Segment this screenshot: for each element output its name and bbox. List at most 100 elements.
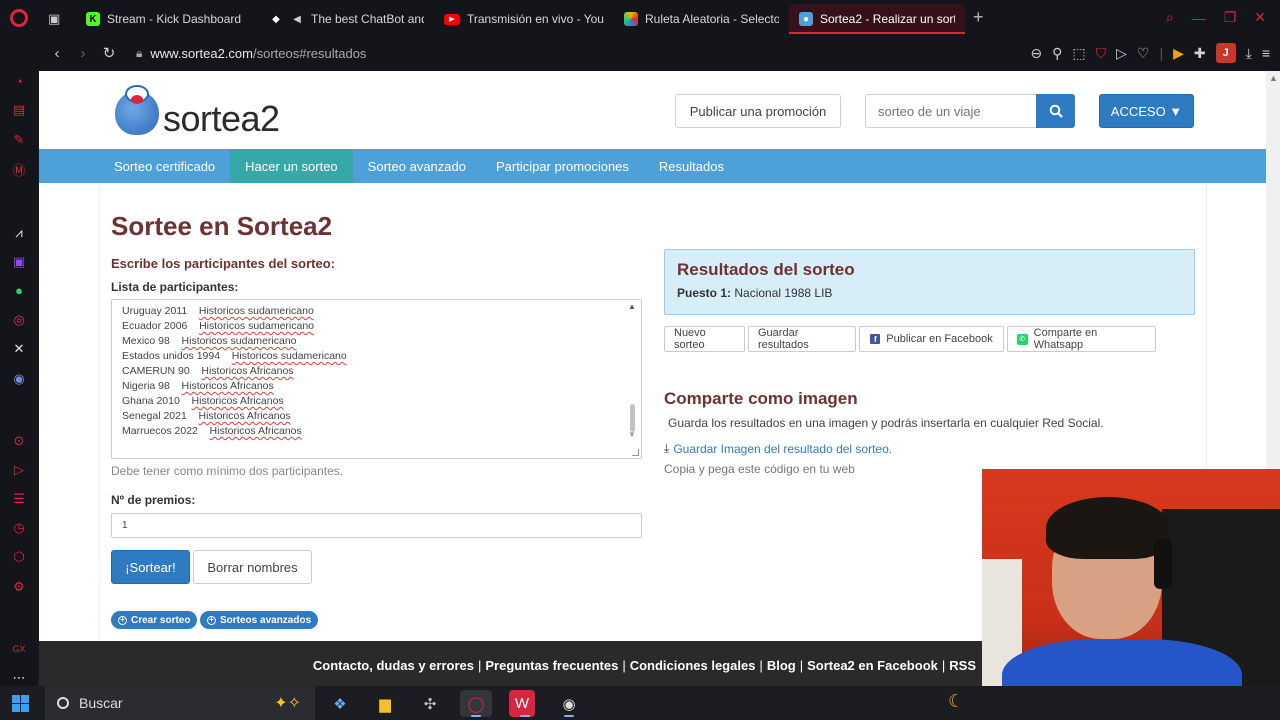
advanced-draws-button[interactable]: + Sorteos avanzados xyxy=(200,611,319,629)
back-icon[interactable]: ‹ xyxy=(44,45,70,62)
wps-office-icon[interactable]: W xyxy=(509,690,535,717)
footer-link[interactable]: Blog xyxy=(767,658,796,673)
textarea-scrollbar[interactable]: ▲ ▼ xyxy=(627,302,639,456)
results-title: Resultados del sorteo xyxy=(677,260,855,279)
sortea2-logo[interactable]: sortea2 xyxy=(111,83,280,137)
windows-start-icon[interactable] xyxy=(12,695,29,712)
footer-link[interactable]: Preguntas frecuentes xyxy=(485,658,618,673)
taskbar-search[interactable]: Buscar ✦✧ xyxy=(45,686,315,720)
minimize-icon[interactable]: — xyxy=(1192,10,1206,26)
profile-avatar[interactable]: J xyxy=(1215,43,1236,63)
instagram-icon[interactable]: ◎ xyxy=(10,312,28,328)
menu-icon[interactable]: ≡ xyxy=(1262,45,1270,61)
copilot-icon[interactable]: ❖ xyxy=(324,690,356,717)
audio-playing-icon: ◀ xyxy=(293,13,301,25)
reload-icon[interactable]: ↻ xyxy=(96,44,122,62)
snapshot-icon[interactable]: ⬚ xyxy=(1072,45,1085,62)
create-draw-button[interactable]: + Crear sorteo xyxy=(111,611,198,629)
opera-gx-taskbar-icon[interactable]: ◯ xyxy=(460,690,492,717)
participant-name: Mexico 98 xyxy=(122,335,170,347)
lock-icon: 🔒︎ xyxy=(136,45,143,60)
crypto-wallet-icon[interactable]: ▤ xyxy=(10,102,28,118)
participant-name: Ghana 2010 xyxy=(122,395,180,407)
messenger-icon[interactable]: Ⓜ xyxy=(10,161,28,179)
facebook-publish-button[interactable]: f Publicar en Facebook xyxy=(859,326,1004,352)
resize-handle[interactable] xyxy=(632,449,639,456)
shield-icon[interactable]: ⛉ xyxy=(1096,45,1107,62)
footer-link[interactable]: Condiciones legales xyxy=(630,658,756,673)
whatsapp-share-button[interactable]: ✆ Comparte en Whatsapp xyxy=(1007,326,1156,352)
search-button[interactable] xyxy=(1036,94,1075,128)
publish-promo-button[interactable]: Publicar una promoción xyxy=(675,94,841,128)
opera-logo-icon[interactable] xyxy=(0,0,38,35)
footer-link[interactable]: RSS xyxy=(949,658,976,673)
participant-tag: Historicos Africanos xyxy=(191,395,284,407)
weather-moon-icon[interactable]: ☾ xyxy=(948,691,964,712)
telegram-icon[interactable]: ⩘ xyxy=(10,224,28,240)
save-image-link[interactable]: ⤓ Guardar Imagen del resultado del sorte… xyxy=(664,441,892,456)
save-results-button[interactable]: Guardar resultados xyxy=(748,326,856,352)
tab-chatbot[interactable]: ◆ ◀ The best ChatBot and xyxy=(259,4,434,34)
acceso-button[interactable]: ACCESO ▼ xyxy=(1099,94,1194,128)
workspaces-icon[interactable]: ▣ xyxy=(38,4,76,34)
extensions-icon[interactable]: ✚ xyxy=(1194,45,1206,62)
facebook-icon: f xyxy=(870,334,881,344)
new-tab-icon[interactable]: + xyxy=(965,7,992,28)
bird-logo-icon xyxy=(111,83,161,135)
footer-link[interactable]: Sortea2 en Facebook xyxy=(807,658,938,673)
history-icon[interactable]: ◷ xyxy=(10,520,28,536)
tab-sortea2[interactable]: ● Sortea2 - Realizar un sorte xyxy=(789,4,965,34)
aria-icon[interactable]: ◔ xyxy=(10,73,28,89)
address-bar-actions: ⊖ ⚲ ⬚ ⛉ ▷ ♡ | ▶ ✚ J ⤓ ≡ xyxy=(1030,43,1270,63)
download-icon[interactable]: ⤓ xyxy=(1246,45,1252,62)
twitch-icon[interactable]: ▣ xyxy=(10,254,28,270)
discord-icon[interactable]: ◉ xyxy=(10,370,28,386)
new-draw-button[interactable]: Nuevo sorteo xyxy=(664,326,745,352)
extension-play-icon[interactable]: ▶ xyxy=(1173,45,1184,62)
participant-line: Mexico 98 Historicos sudamericano xyxy=(122,334,347,349)
tabs-icon[interactable]: ☰ xyxy=(10,491,28,507)
clear-names-button[interactable]: Borrar nombres xyxy=(193,550,312,584)
participants-textarea[interactable]: Uruguay 2011 Historicos sudamericano Ecua… xyxy=(111,299,642,459)
site-header: sortea2 Publicar una promoción ACCESO ▼ xyxy=(39,71,1266,149)
heart-icon[interactable]: ♡ xyxy=(1137,45,1150,62)
app-icon[interactable]: ✣ xyxy=(414,690,446,717)
nav-resultados[interactable]: Resultados xyxy=(644,149,739,183)
url-field[interactable]: 🔒︎ www.sortea2.com/sorteos#resultados xyxy=(136,46,366,61)
whatsapp-icon[interactable]: ● xyxy=(10,283,28,299)
gx-icon[interactable]: GX xyxy=(10,640,28,656)
participant-tag: Historicos Africanos xyxy=(201,365,294,377)
prizes-input[interactable]: 1 xyxy=(111,513,642,538)
tab-youtube-live[interactable]: ▶ Transmisión en vivo - You xyxy=(434,4,614,34)
close-icon[interactable]: ✕ xyxy=(1254,9,1266,26)
nav-sorteo-avanzado[interactable]: Sorteo avanzado xyxy=(353,149,481,183)
footer-links: Contacto, dudas y errores | Preguntas frec… xyxy=(312,658,976,673)
forward-icon[interactable]: › xyxy=(70,45,96,62)
maximize-icon[interactable]: ❐ xyxy=(1224,9,1237,26)
sortear-button[interactable]: ¡Sortear! xyxy=(111,550,190,584)
nav-participar-promociones[interactable]: Participar promociones xyxy=(481,149,644,183)
search-tabs-icon[interactable]: ⌕ xyxy=(1166,9,1174,26)
nav-hacer-sorteo[interactable]: Hacer un sorteo xyxy=(230,149,353,183)
nav-sorteo-certificado[interactable]: Sorteo certificado xyxy=(99,149,230,183)
pen-icon[interactable]: ✎ xyxy=(10,131,28,147)
tab-ruleta[interactable]: Ruleta Aleatoria - Selecto xyxy=(614,4,789,34)
extensions-sidebar-icon[interactable]: ⬡ xyxy=(10,549,28,565)
participant-name: Estados unidos 1994 xyxy=(122,350,221,362)
obs-icon[interactable]: ◉ xyxy=(553,690,585,717)
file-explorer-icon[interactable]: ▆ xyxy=(369,690,401,717)
tab-kick-dashboard[interactable]: K Stream - Kick Dashboard xyxy=(76,4,259,34)
x-icon[interactable]: ✕ xyxy=(10,341,28,357)
plus-circle-icon: + xyxy=(207,615,216,625)
prizes-label: Nº de premios: xyxy=(111,493,196,507)
search-input[interactable] xyxy=(865,94,1036,128)
pin-icon[interactable]: ⚲ xyxy=(1052,45,1062,62)
zoom-icon[interactable]: ⊖ xyxy=(1030,45,1042,62)
player-icon[interactable]: ⊙ xyxy=(10,432,28,448)
settings-icon[interactable]: ⚙ xyxy=(10,578,28,594)
play-icon[interactable]: ▷ xyxy=(1116,45,1127,62)
min-participants-help: Debe tener como mínimo dos participantes… xyxy=(111,464,344,478)
more-icon[interactable]: ⋯ xyxy=(10,670,28,686)
footer-link[interactable]: Contacto, dudas y errores xyxy=(313,658,474,673)
send-icon[interactable]: ▷ xyxy=(10,462,28,478)
